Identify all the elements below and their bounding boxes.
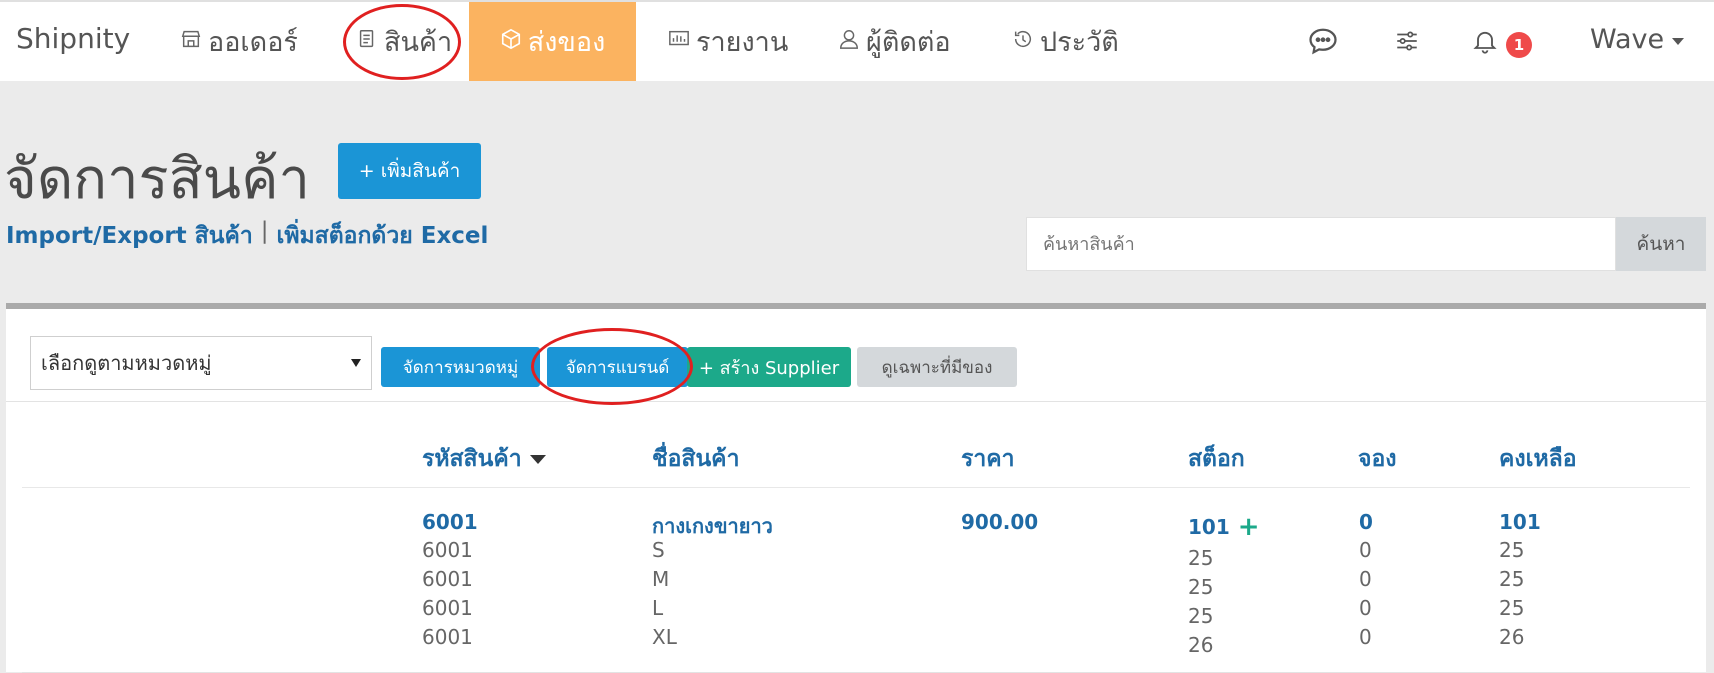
sliders-icon[interactable] (1390, 24, 1424, 58)
column-header-sku-label: รหัสสินค้า (422, 446, 522, 472)
variant-sku: 6001 (422, 538, 473, 562)
nav-item-orders[interactable]: ออเดอร์ (180, 2, 298, 81)
variant-remaining: 25 (1499, 567, 1525, 591)
nav-item-label: ประวัติ (1040, 27, 1119, 58)
column-header-remaining[interactable]: คงเหลือ (1499, 441, 1577, 477)
page-links: Import/Export สินค้า | เพิ่มสต็อกด้วย Ex… (6, 218, 488, 254)
in-stock-only-button[interactable]: ดูเฉพาะที่มีของ (857, 347, 1017, 387)
variant-reserved: 0 (1359, 596, 1372, 620)
manage-category-button[interactable]: จัดการหมวดหมู่ (381, 347, 540, 387)
top-navbar: Shipnity ออเดอร์ สินค้า ส่งของ รายงาน ผู… (0, 0, 1714, 81)
nav-item-shipping[interactable]: ส่งของ (469, 2, 636, 81)
variant-reserved: 0 (1359, 538, 1372, 562)
chevron-down-icon (1672, 38, 1685, 45)
user-name: Wave (1590, 24, 1665, 55)
nav-item-label: รายงาน (696, 27, 789, 58)
variant-name: S (652, 538, 665, 562)
variant-remaining: 26 (1499, 625, 1525, 649)
report-icon (668, 26, 690, 57)
toolbar-divider (6, 401, 1706, 402)
variant-name: L (652, 596, 664, 620)
category-select-value: เลือกดูตามหมวดหมู่ (41, 351, 212, 375)
user-menu[interactable]: Wave (1590, 24, 1685, 55)
product-search-input[interactable] (1026, 217, 1616, 271)
add-stock-excel-link[interactable]: เพิ่มสต็อกด้วย Excel (277, 218, 489, 254)
document-icon (356, 26, 378, 57)
header-divider (22, 487, 1690, 488)
page-title: จัดการสินค้า (4, 147, 310, 212)
variant-stock: 25 (1188, 604, 1214, 628)
variant-name: M (652, 567, 670, 591)
product-stock-value: 101 (1188, 515, 1230, 539)
variant-remaining: 25 (1499, 596, 1525, 620)
category-select[interactable]: เลือกดูตามหมวดหมู่ (30, 336, 372, 390)
create-supplier-button[interactable]: + สร้าง Supplier (687, 347, 851, 387)
variant-reserved: 0 (1359, 567, 1372, 591)
product-stock: 101 + (1188, 512, 1260, 542)
variant-stock: 26 (1188, 633, 1214, 657)
variant-stock: 25 (1188, 575, 1214, 599)
add-stock-plus-icon[interactable]: + (1238, 512, 1260, 542)
variant-sku: 6001 (422, 596, 473, 620)
variant-reserved: 0 (1359, 625, 1372, 649)
variant-sku: 6001 (422, 625, 473, 649)
manage-brand-button[interactable]: จัดการแบรนด์ (547, 347, 688, 387)
nav-item-label: ส่งของ (527, 27, 606, 58)
nav-item-products[interactable]: สินค้า (356, 2, 452, 81)
add-product-button[interactable]: + เพิ่มสินค้า (338, 143, 481, 199)
notification-badge: 1 (1506, 32, 1532, 58)
product-reserved: 0 (1359, 510, 1373, 534)
sort-desc-icon (529, 454, 546, 464)
store-icon (180, 26, 202, 57)
nav-item-contacts[interactable]: ผู้ติดต่อ (838, 2, 951, 81)
history-icon (1012, 26, 1034, 57)
column-header-stock[interactable]: สต็อก (1188, 441, 1245, 477)
column-header-name[interactable]: ชื่อสินค้า (652, 441, 740, 477)
variant-remaining: 25 (1499, 538, 1525, 562)
product-remaining: 101 (1499, 510, 1541, 534)
import-export-link[interactable]: Import/Export สินค้า (6, 218, 253, 254)
nav-item-label: สินค้า (384, 27, 453, 58)
product-sku[interactable]: 6001 (422, 510, 478, 534)
dropdown-arrow-icon (351, 359, 361, 367)
column-header-reserved[interactable]: จอง (1358, 441, 1397, 477)
column-header-price[interactable]: ราคา (961, 441, 1015, 477)
link-separator: | (260, 218, 269, 244)
nav-item-history[interactable]: ประวัติ (1012, 2, 1119, 81)
box-icon (500, 26, 522, 57)
brand-logo[interactable]: Shipnity (16, 22, 130, 55)
nav-item-label: ผู้ติดต่อ (866, 27, 951, 58)
nav-item-reports[interactable]: รายงาน (668, 2, 788, 81)
variant-sku: 6001 (422, 567, 473, 591)
search-button[interactable]: ค้นหา (1616, 217, 1706, 271)
product-price: 900.00 (961, 510, 1039, 534)
bell-icon[interactable] (1468, 24, 1502, 58)
column-header-sku[interactable]: รหัสสินค้า (422, 441, 546, 477)
nav-item-label: ออเดอร์ (208, 27, 298, 58)
variant-stock: 25 (1188, 546, 1214, 570)
product-name[interactable]: กางเกงขายาว (652, 510, 773, 542)
user-icon (838, 26, 860, 57)
chat-icon[interactable] (1306, 24, 1340, 58)
product-panel: เลือกดูตามหมวดหมู่ จัดการหมวดหมู่ จัดการ… (6, 303, 1706, 673)
variant-name: XL (652, 625, 677, 649)
